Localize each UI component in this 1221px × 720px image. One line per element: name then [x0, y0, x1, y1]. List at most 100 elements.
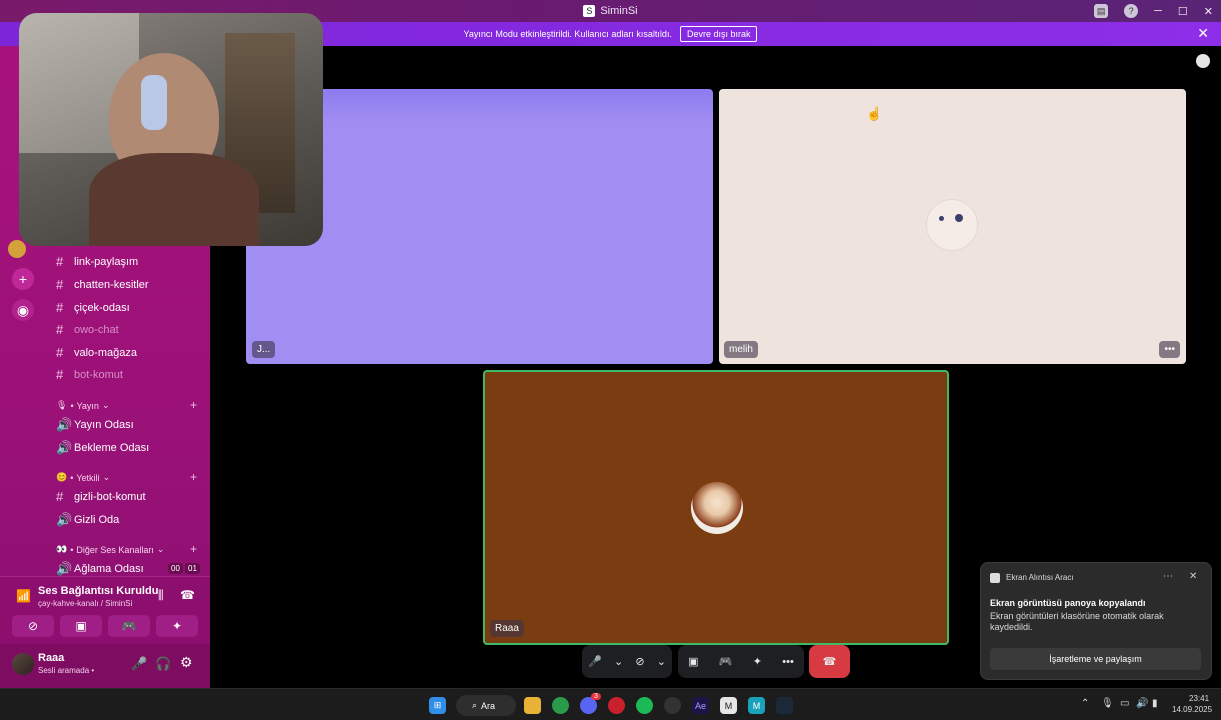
screen-share-icon[interactable]: ▣	[688, 655, 698, 668]
after-effects-icon[interactable]: Ae	[692, 697, 709, 714]
channel-item[interactable]: # gizli-bot-komut	[56, 489, 146, 504]
leave-call-button[interactable]: ☎	[809, 645, 850, 678]
soundboard-icon[interactable]: ✦	[753, 655, 762, 668]
gamepad-icon[interactable]: 🎮	[719, 655, 733, 668]
voice-channel-item[interactable]: 🔊 Ağlama Odası	[56, 561, 144, 577]
channel-item[interactable]: # bot-komut	[56, 367, 123, 382]
video-tile-top-right[interactable]: melih •••	[719, 89, 1186, 364]
app-logo-icon: S	[583, 5, 596, 17]
channel-label: owo-chat	[74, 323, 119, 336]
soundboard-button[interactable]: ✦	[156, 615, 198, 637]
chat-bubble-icon[interactable]	[1196, 54, 1210, 68]
channel-item[interactable]: # owo-chat	[56, 322, 119, 337]
hash-icon: #	[56, 277, 64, 292]
channel-label: çiçek-odası	[74, 301, 130, 314]
disconnect-icon[interactable]: ☎	[180, 588, 195, 602]
spotify-icon[interactable]	[636, 697, 653, 714]
hash-icon: #	[56, 367, 64, 382]
snipping-tool-toast[interactable]: Ekran Alıntısı Aracı ⋯ ✕ Ekran görüntüsü…	[980, 562, 1212, 680]
app-m-icon[interactable]: M	[748, 697, 765, 714]
speaker-icon: 🔊	[56, 512, 73, 527]
voice-channel-item[interactable]: 🔊 Bekleme Odası	[56, 440, 149, 456]
channel-item[interactable]: # link-paylaşım	[56, 254, 138, 269]
activities-button[interactable]: 🎮	[108, 615, 150, 637]
channel-item[interactable]: # valo-mağaza	[56, 345, 137, 360]
close-window-button[interactable]: ✕	[1204, 5, 1213, 18]
add-channel-icon[interactable]: +	[190, 398, 197, 412]
person-body	[89, 153, 259, 246]
app-red-icon[interactable]	[608, 697, 625, 714]
category-yetkili[interactable]: 😊 • Yetkili ⌄	[56, 472, 110, 483]
clock-date[interactable]: 14.09.2025	[1172, 705, 1212, 714]
toast-title: Ekran görüntüsü panoya kopyalandı	[990, 598, 1146, 608]
settings-gear-icon[interactable]: ⚙	[180, 654, 193, 671]
markup-share-button[interactable]: İşaretleme ve paylaşım	[990, 648, 1201, 670]
voice-channel-item[interactable]: 🔊 Gizli Oda	[56, 512, 119, 528]
chevron-down-icon[interactable]: ⌄	[614, 655, 623, 668]
channel-item[interactable]: # çiçek-odası	[56, 300, 130, 315]
add-server-icon[interactable]: +	[12, 268, 34, 290]
call-controls: 🎤 ⌄ ⊘ ⌄ ▣ 🎮 ✦ ••• ☎	[582, 645, 850, 678]
category-diger[interactable]: 👀 • Diğer Ses Kanalları ⌄	[56, 544, 164, 555]
avatar-eye-icon	[939, 216, 944, 221]
category-yayin[interactable]: 🎙 • Yayın ⌄	[56, 400, 110, 411]
user-limit-badge: 01	[185, 563, 200, 574]
microphone-icon[interactable]: 🎤	[588, 655, 602, 668]
screen-share-button[interactable]: ▣	[60, 615, 102, 637]
microphone-icon[interactable]: 🎙	[1101, 698, 1114, 709]
participant-label: melih	[724, 341, 758, 358]
steam-icon[interactable]	[776, 697, 793, 714]
banner-close-button[interactable]: ✕	[1197, 25, 1209, 42]
camera-off-button[interactable]: ⊘	[12, 615, 54, 637]
chevron-down-icon[interactable]: ⌄	[657, 655, 666, 668]
voice-channel-item[interactable]: 🔊 Yayın Odası	[56, 417, 134, 433]
chrome-icon[interactable]	[552, 697, 569, 714]
add-channel-icon[interactable]: +	[190, 470, 197, 484]
server-icon[interactable]	[8, 240, 26, 258]
chevron-down-icon: ⌄	[156, 544, 165, 554]
volume-icon[interactable]: 🔊	[1136, 698, 1148, 709]
steam-alt-icon[interactable]	[664, 697, 681, 714]
discover-icon[interactable]: ◉	[12, 299, 34, 321]
speaker-icon: 🔊	[56, 440, 73, 455]
activity-group: ▣ 🎮 ✦ •••	[678, 645, 804, 678]
hang-up-icon: ☎	[822, 656, 837, 668]
video-tile-bottom[interactable]: Raaa	[483, 370, 949, 645]
disable-streamer-mode-button[interactable]: Devre dışı bırak	[679, 26, 758, 42]
clock-time[interactable]: 23:41	[1189, 694, 1209, 703]
category-emoji-icon: 🎙	[56, 400, 68, 410]
voice-status[interactable]: Ses Bağlantısı Kuruldu	[38, 585, 158, 597]
window-title: SiminSi	[600, 5, 638, 17]
camera-off-icon[interactable]: ⊘	[635, 655, 644, 668]
file-explorer-icon[interactable]	[524, 697, 541, 714]
microphone-icon[interactable]: 🎤	[131, 656, 147, 672]
headphones-icon[interactable]: 🎧	[155, 656, 171, 672]
gamepad-icon: 🎮	[121, 619, 137, 633]
more-options-icon[interactable]: ⋯	[1163, 571, 1173, 582]
maximize-button[interactable]: ☐	[1178, 5, 1188, 18]
voice-channel-name[interactable]: çay-kahve-kanalı / SiminSi	[38, 599, 132, 608]
chevron-up-icon[interactable]: ⌃	[1081, 698, 1089, 709]
avatar[interactable]	[12, 653, 34, 675]
battery-icon[interactable]: ▮	[1152, 698, 1158, 709]
add-channel-icon[interactable]: +	[190, 542, 197, 556]
help-icon[interactable]: ?	[1124, 4, 1139, 18]
hash-icon: #	[56, 489, 64, 504]
network-icon[interactable]: ▭	[1120, 698, 1129, 709]
search-button[interactable]: ⌕ Ara	[456, 695, 516, 716]
minimize-button[interactable]: ─	[1154, 5, 1162, 17]
more-options-icon[interactable]: •••	[782, 656, 794, 668]
participant-label: Raaa	[490, 620, 524, 637]
username[interactable]: Raaa	[38, 652, 64, 664]
category-emoji-icon: 👀	[56, 544, 68, 554]
noise-suppression-icon[interactable]: ⫼	[158, 588, 164, 603]
capcut-icon[interactable]: M	[720, 697, 737, 714]
category-emoji-icon: 😊	[56, 472, 68, 482]
inbox-icon[interactable]: ▤	[1094, 4, 1109, 18]
close-icon[interactable]: ✕	[1189, 571, 1197, 582]
voice-connection-panel: 📶 Ses Bağlantısı Kuruldu çay-kahve-kanal…	[0, 576, 210, 644]
channel-item[interactable]: # chatten-kesitler	[56, 277, 149, 292]
soundboard-icon: ✦	[171, 619, 183, 633]
more-options-icon[interactable]: •••	[1159, 341, 1180, 358]
start-icon[interactable]: ⊞	[429, 697, 446, 714]
